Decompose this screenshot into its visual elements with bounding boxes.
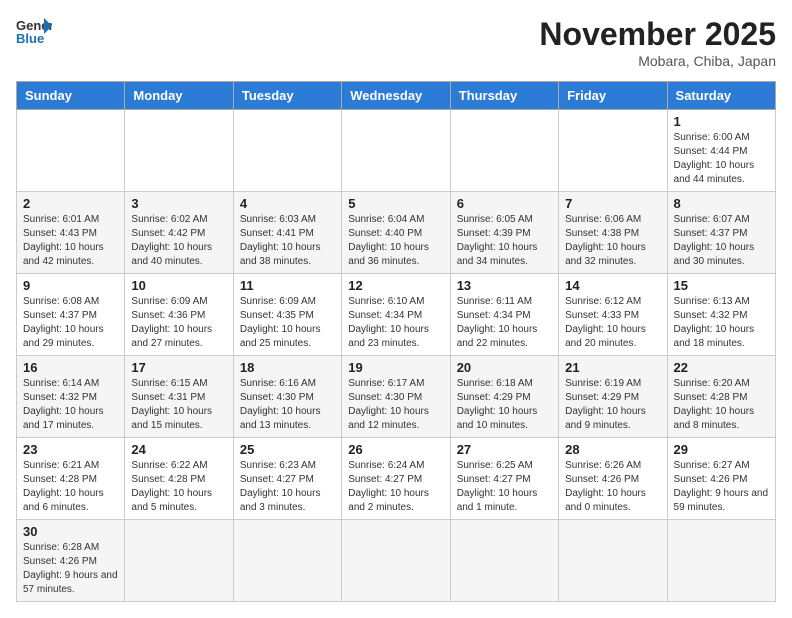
day-11: 11 Sunrise: 6:09 AMSunset: 4:35 PMDaylig… (233, 274, 341, 356)
day-7: 7 Sunrise: 6:06 AMSunset: 4:38 PMDayligh… (559, 192, 667, 274)
logo: General Blue (16, 16, 52, 44)
empty-cell (17, 110, 125, 192)
header-thursday: Thursday (450, 82, 558, 110)
empty-cell (667, 520, 775, 602)
day-2: 2 Sunrise: 6:01 AMSunset: 4:43 PMDayligh… (17, 192, 125, 274)
logo-icon: General Blue (16, 16, 52, 44)
day-22: 22 Sunrise: 6:20 AMSunset: 4:28 PMDaylig… (667, 356, 775, 438)
day-5: 5 Sunrise: 6:04 AMSunset: 4:40 PMDayligh… (342, 192, 450, 274)
day-24: 24 Sunrise: 6:22 AMSunset: 4:28 PMDaylig… (125, 438, 233, 520)
day-29: 29 Sunrise: 6:27 AMSunset: 4:26 PMDaylig… (667, 438, 775, 520)
day-6: 6 Sunrise: 6:05 AMSunset: 4:39 PMDayligh… (450, 192, 558, 274)
calendar-row-6: 30 Sunrise: 6:28 AMSunset: 4:26 PMDaylig… (17, 520, 776, 602)
month-year-title: November 2025 (539, 16, 776, 53)
day-20: 20 Sunrise: 6:18 AMSunset: 4:29 PMDaylig… (450, 356, 558, 438)
day-21: 21 Sunrise: 6:19 AMSunset: 4:29 PMDaylig… (559, 356, 667, 438)
calendar-row-2: 2 Sunrise: 6:01 AMSunset: 4:43 PMDayligh… (17, 192, 776, 274)
title-block: November 2025 Mobara, Chiba, Japan (539, 16, 776, 69)
empty-cell (233, 110, 341, 192)
day-12: 12 Sunrise: 6:10 AMSunset: 4:34 PMDaylig… (342, 274, 450, 356)
day-28: 28 Sunrise: 6:26 AMSunset: 4:26 PMDaylig… (559, 438, 667, 520)
empty-cell (450, 520, 558, 602)
day-14: 14 Sunrise: 6:12 AMSunset: 4:33 PMDaylig… (559, 274, 667, 356)
day-8: 8 Sunrise: 6:07 AMSunset: 4:37 PMDayligh… (667, 192, 775, 274)
header-tuesday: Tuesday (233, 82, 341, 110)
day-16: 16 Sunrise: 6:14 AMSunset: 4:32 PMDaylig… (17, 356, 125, 438)
empty-cell (342, 110, 450, 192)
day-1-info: Sunrise: 6:00 AMSunset: 4:44 PMDaylight:… (674, 132, 755, 185)
calendar-row-4: 16 Sunrise: 6:14 AMSunset: 4:32 PMDaylig… (17, 356, 776, 438)
day-1: 1 Sunrise: 6:00 AMSunset: 4:44 PMDayligh… (667, 110, 775, 192)
day-30: 30 Sunrise: 6:28 AMSunset: 4:26 PMDaylig… (17, 520, 125, 602)
header-wednesday: Wednesday (342, 82, 450, 110)
weekday-header-row: Sunday Monday Tuesday Wednesday Thursday… (17, 82, 776, 110)
day-19: 19 Sunrise: 6:17 AMSunset: 4:30 PMDaylig… (342, 356, 450, 438)
calendar-row-1: 1 Sunrise: 6:00 AMSunset: 4:44 PMDayligh… (17, 110, 776, 192)
header-friday: Friday (559, 82, 667, 110)
empty-cell (559, 520, 667, 602)
header-monday: Monday (125, 82, 233, 110)
day-10: 10 Sunrise: 6:09 AMSunset: 4:36 PMDaylig… (125, 274, 233, 356)
empty-cell (125, 110, 233, 192)
page-header: General Blue November 2025 Mobara, Chiba… (16, 16, 776, 69)
empty-cell (559, 110, 667, 192)
calendar-row-5: 23 Sunrise: 6:21 AMSunset: 4:28 PMDaylig… (17, 438, 776, 520)
svg-text:Blue: Blue (16, 31, 44, 44)
day-26: 26 Sunrise: 6:24 AMSunset: 4:27 PMDaylig… (342, 438, 450, 520)
empty-cell (450, 110, 558, 192)
empty-cell (125, 520, 233, 602)
day-3: 3 Sunrise: 6:02 AMSunset: 4:42 PMDayligh… (125, 192, 233, 274)
day-25: 25 Sunrise: 6:23 AMSunset: 4:27 PMDaylig… (233, 438, 341, 520)
header-sunday: Sunday (17, 82, 125, 110)
calendar-table: Sunday Monday Tuesday Wednesday Thursday… (16, 81, 776, 602)
day-27: 27 Sunrise: 6:25 AMSunset: 4:27 PMDaylig… (450, 438, 558, 520)
day-4: 4 Sunrise: 6:03 AMSunset: 4:41 PMDayligh… (233, 192, 341, 274)
empty-cell (342, 520, 450, 602)
day-15: 15 Sunrise: 6:13 AMSunset: 4:32 PMDaylig… (667, 274, 775, 356)
day-17: 17 Sunrise: 6:15 AMSunset: 4:31 PMDaylig… (125, 356, 233, 438)
location-subtitle: Mobara, Chiba, Japan (539, 53, 776, 69)
day-13: 13 Sunrise: 6:11 AMSunset: 4:34 PMDaylig… (450, 274, 558, 356)
day-23: 23 Sunrise: 6:21 AMSunset: 4:28 PMDaylig… (17, 438, 125, 520)
header-saturday: Saturday (667, 82, 775, 110)
calendar-row-3: 9 Sunrise: 6:08 AMSunset: 4:37 PMDayligh… (17, 274, 776, 356)
day-9: 9 Sunrise: 6:08 AMSunset: 4:37 PMDayligh… (17, 274, 125, 356)
empty-cell (233, 520, 341, 602)
day-18: 18 Sunrise: 6:16 AMSunset: 4:30 PMDaylig… (233, 356, 341, 438)
